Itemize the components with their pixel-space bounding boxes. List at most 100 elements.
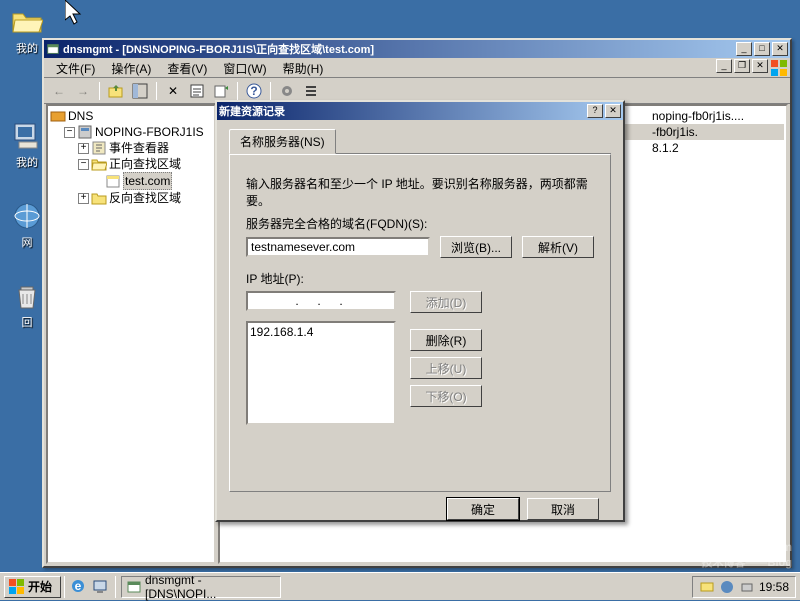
desktop-icon-label: 网 [8, 234, 46, 250]
extra-tool-2[interactable] [300, 80, 322, 102]
nav-forward-button: → [72, 80, 94, 102]
desktop-icon-label: 我的 [8, 154, 46, 170]
show-tree-button[interactable] [129, 80, 151, 102]
dialog-help-button[interactable]: ? [587, 104, 603, 118]
system-tray[interactable]: 19:58 [692, 576, 796, 598]
cancel-button[interactable]: 取消 [527, 498, 599, 520]
ip-list-item[interactable]: 192.168.1.4 [250, 325, 392, 339]
remove-button[interactable]: 删除(R) [410, 329, 482, 351]
toolbar-separator [270, 82, 271, 100]
dialog-titlebar[interactable]: 新建资源记录 ? ✕ [217, 102, 623, 120]
tree-server[interactable]: − NOPING-FBORJ1IS [50, 124, 212, 140]
desktop-icon-label: 我的 [8, 40, 46, 56]
menu-file[interactable]: 文件(F) [48, 58, 103, 79]
properties-icon [189, 83, 205, 99]
menu-help[interactable]: 帮助(H) [275, 58, 332, 79]
desktop-icon-recycle[interactable]: 回 [8, 280, 46, 334]
list-icon [303, 83, 319, 99]
instruction-text: 输入服务器名和至少一个 IP 地址。要识别名称服务器，两项都需要。 [246, 175, 594, 209]
fqdn-label: 服务器完全合格的域名(FQDN)(S): [246, 215, 594, 232]
taskbar-item-dnsmgmt[interactable]: dnsmgmt - [DNS\NOPI... [121, 576, 281, 598]
tray-icon-1[interactable] [699, 579, 715, 595]
dns-root-icon [50, 108, 66, 124]
up-button[interactable] [105, 80, 127, 102]
maximize-button[interactable]: □ [754, 42, 770, 56]
desktop-icon-network[interactable]: 网 [8, 200, 46, 254]
dns-app-icon [46, 42, 60, 56]
child-restore-button[interactable]: ❐ [734, 59, 750, 73]
ip-listbox[interactable]: 192.168.1.4 [246, 321, 396, 425]
tab-nameserver[interactable]: 名称服务器(NS) [229, 129, 336, 154]
child-minimize-button[interactable]: _ [716, 59, 732, 73]
resolve-button[interactable]: 解析(V) [522, 236, 594, 258]
folder-open-icon [91, 156, 107, 172]
svg-text:?: ? [250, 84, 257, 98]
tree-reverse-zones[interactable]: + 反向查找区域 [50, 190, 212, 206]
tree-forward-zones[interactable]: − 正向查找区域 [50, 156, 212, 172]
tree-root[interactable]: DNS [50, 108, 212, 124]
clock[interactable]: 19:58 [759, 580, 789, 594]
mouse-cursor [65, 0, 85, 31]
tray-icon-3[interactable] [739, 579, 755, 595]
refresh-button[interactable] [210, 80, 232, 102]
dialog-close-button[interactable]: ✕ [605, 104, 621, 118]
mmc-titlebar[interactable]: dnsmgmt - [DNS\NOPING-FBORJ1IS\正向查找区域\te… [44, 40, 790, 58]
expand-icon[interactable]: + [78, 143, 89, 154]
windows-flag-icon [9, 579, 25, 595]
menu-window[interactable]: 窗口(W) [215, 58, 274, 79]
toolbar-separator [156, 82, 157, 100]
ie-icon: e [70, 578, 86, 594]
menu-view[interactable]: 查看(V) [159, 58, 215, 79]
refresh-icon [213, 83, 229, 99]
taskbar-separator [64, 576, 65, 598]
zone-icon [105, 173, 121, 189]
nav-back-button: ← [48, 80, 70, 102]
extra-tool-1[interactable] [276, 80, 298, 102]
properties-button[interactable] [186, 80, 208, 102]
folder-up-icon [108, 83, 124, 99]
help-button[interactable]: ? [243, 80, 265, 102]
add-button: 添加(D) [410, 291, 482, 313]
server-icon [77, 124, 93, 140]
folder-open-icon [11, 6, 43, 38]
expand-icon[interactable]: + [78, 193, 89, 204]
tree-zone-selected[interactable]: test.com [50, 172, 212, 190]
minimize-button[interactable]: _ [736, 42, 752, 56]
collapse-icon[interactable]: − [64, 127, 75, 138]
menubar: 文件(F) 操作(A) 查看(V) 窗口(W) 帮助(H) _ ❐ ✕ [44, 58, 790, 78]
mmc-title: dnsmgmt - [DNS\NOPING-FBORJ1IS\正向查找区域\te… [63, 41, 734, 57]
tree-pane[interactable]: DNS − NOPING-FBORJ1IS + 事件查看器 − 正向查找区域 t… [46, 104, 216, 564]
delete-button[interactable]: ✕ [162, 80, 184, 102]
windows-logo-icon [771, 60, 787, 76]
browse-button[interactable]: 浏览(B)... [440, 236, 512, 258]
ok-button[interactable]: 确定 [447, 498, 519, 520]
collapse-icon[interactable]: − [78, 159, 89, 170]
folder-icon [91, 190, 107, 206]
tab-strip: 名称服务器(NS) [229, 128, 611, 154]
dialog-title: 新建资源记录 [219, 103, 585, 119]
ip-input[interactable]: . . . [246, 291, 396, 311]
toolbar-separator [99, 82, 100, 100]
menu-action[interactable]: 操作(A) [103, 58, 159, 79]
up-button: 上移(U) [410, 357, 482, 379]
tree-event-viewer[interactable]: + 事件查看器 [50, 140, 212, 156]
desktop-icon-label: 回 [8, 314, 46, 330]
help-icon: ? [246, 83, 262, 99]
svg-text:e: e [75, 579, 82, 593]
desktop-icon-computer[interactable]: 我的 [8, 120, 46, 174]
recycle-icon [11, 280, 43, 312]
desktop-icon-documents[interactable]: 我的 [8, 6, 46, 60]
quicklaunch-desktop[interactable] [92, 578, 110, 596]
fqdn-input[interactable] [246, 237, 430, 257]
quicklaunch-ie[interactable]: e [70, 578, 88, 596]
close-button[interactable]: ✕ [772, 42, 788, 56]
computer-icon [11, 120, 43, 152]
tray-icon-2[interactable] [719, 579, 735, 595]
child-close-button[interactable]: ✕ [752, 59, 768, 73]
event-viewer-icon [91, 140, 107, 156]
ip-label: IP 地址(P): [246, 270, 594, 287]
taskbar: 开始 e dnsmgmt - [DNS\NOPI... 19:58 [0, 572, 800, 600]
dns-app-icon [126, 579, 142, 595]
show-desktop-icon [92, 578, 108, 594]
start-button[interactable]: 开始 [4, 576, 61, 598]
